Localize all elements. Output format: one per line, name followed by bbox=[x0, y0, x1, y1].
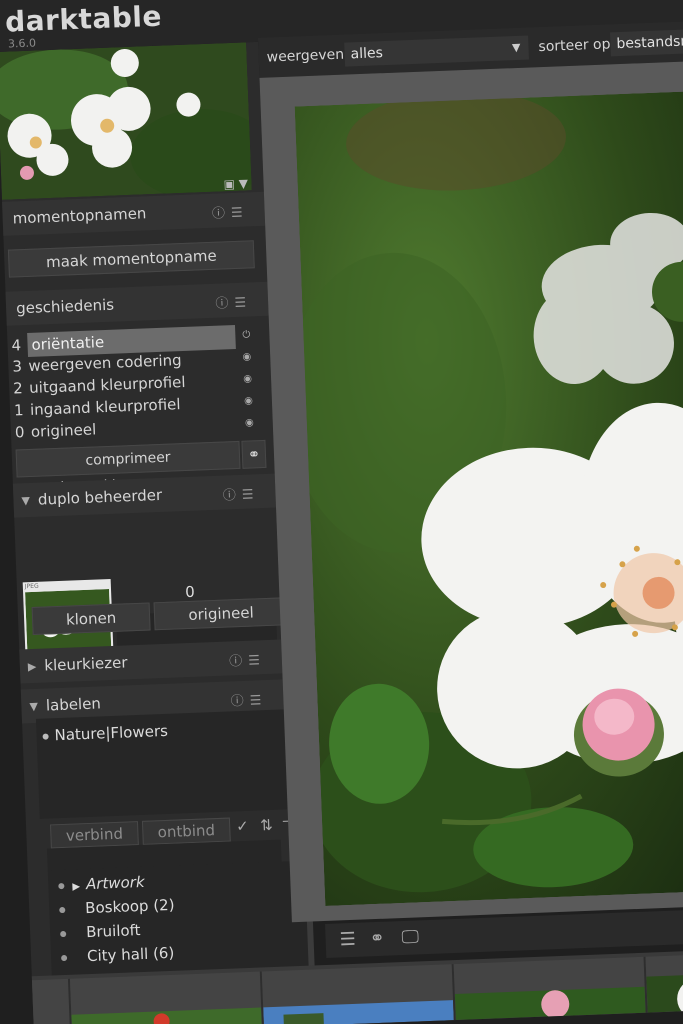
filmstrip-image bbox=[646, 973, 683, 1013]
tree-dot-icon bbox=[60, 930, 67, 937]
filmstrip-image bbox=[263, 1000, 454, 1024]
filmstrip-thumb[interactable] bbox=[645, 953, 683, 1013]
tree-item[interactable]: City hall (6) bbox=[61, 944, 175, 966]
tree-item[interactable]: Bruiloft bbox=[60, 921, 141, 942]
filmstrip-image bbox=[454, 986, 646, 1021]
tree-item[interactable]: ▶ Artwork bbox=[58, 873, 145, 894]
view-select-value: alles bbox=[350, 45, 384, 63]
history-num: 2 bbox=[12, 379, 24, 398]
status-dot-icon: ◉ bbox=[242, 351, 252, 363]
expand-arrow-icon: ▶ bbox=[72, 881, 81, 893]
tree-dot-icon bbox=[61, 954, 68, 961]
colorpicker-title: kleurkiezer bbox=[44, 653, 128, 675]
duplicate-count: 0 bbox=[184, 582, 196, 602]
attached-tag[interactable]: Nature|Flowers bbox=[42, 722, 168, 745]
tag-dictionary-tree[interactable]: ▶ Artwork Boskoop (2) Bruiloft City hall … bbox=[47, 860, 314, 981]
compress-history-button[interactable]: comprimeer bewerkingsstappen bbox=[15, 440, 241, 496]
history-num: 3 bbox=[12, 357, 23, 376]
stage: darktable 3.6.0 weergeven alles ▼ sortee… bbox=[0, 0, 683, 1024]
history-header[interactable]: geschiedenis ⓘ☰ bbox=[5, 281, 269, 326]
menu-icon[interactable]: ☰ bbox=[339, 929, 356, 951]
attached-tag-label: Nature|Flowers bbox=[54, 721, 169, 745]
darktable-window: darktable 3.6.0 weergeven alles ▼ sortee… bbox=[0, 0, 683, 1024]
snapshots-title: momentopnamen bbox=[12, 204, 147, 228]
view-select[interactable]: alles ▼ bbox=[344, 35, 529, 67]
main-image[interactable] bbox=[294, 90, 683, 906]
tree-item-label: Bruiloft bbox=[85, 921, 141, 942]
power-icon: ⏻ bbox=[242, 329, 251, 341]
expanded-arrow-icon: ▼ bbox=[21, 493, 31, 507]
filmstrip-thumb[interactable] bbox=[69, 971, 264, 1024]
tree-item-label: Artwork bbox=[85, 872, 145, 894]
status-dot-icon: ◉ bbox=[244, 417, 254, 429]
status-dot-icon: ◉ bbox=[243, 373, 253, 385]
filmstrip-thumb[interactable] bbox=[261, 964, 456, 1024]
module-presets-icon[interactable]: ⓘ☰ bbox=[212, 201, 249, 221]
sort-select-value: bestandsn bbox=[616, 33, 683, 53]
history-num: 1 bbox=[13, 401, 24, 420]
sort-select[interactable]: bestandsn bbox=[610, 28, 683, 57]
collapsed-arrow-icon: ▶ bbox=[27, 659, 37, 673]
tree-dot-icon bbox=[58, 882, 65, 889]
app-version: 3.6.0 bbox=[7, 36, 37, 51]
chevron-down-icon: ▼ bbox=[511, 40, 521, 55]
sort-icon[interactable]: ⇅ bbox=[260, 816, 273, 834]
snapshots-header[interactable]: momentopnamen ⓘ☰ bbox=[2, 191, 266, 236]
display-icon[interactable]: 🖵 bbox=[401, 926, 419, 948]
tag-dot-icon bbox=[42, 732, 49, 740]
filmstrip-thumb[interactable] bbox=[453, 956, 648, 1021]
clone-button[interactable]: klonen bbox=[31, 602, 151, 635]
module-presets-icon[interactable]: ⓘ☰ bbox=[230, 689, 267, 709]
center-view bbox=[259, 60, 683, 923]
detach-button[interactable]: ontbind bbox=[141, 817, 231, 845]
status-dot-icon: ◉ bbox=[243, 395, 254, 407]
module-presets-icon[interactable]: ⓘ☰ bbox=[229, 649, 266, 669]
thumb-badge: JPEG bbox=[24, 582, 39, 591]
checkmark-icon[interactable]: ✓ bbox=[236, 817, 249, 835]
tree-dot-icon bbox=[59, 906, 66, 913]
photo-canvas bbox=[294, 90, 683, 906]
tagging-title: labelen bbox=[45, 694, 102, 715]
module-presets-icon[interactable]: ⓘ☰ bbox=[222, 483, 260, 503]
expanded-arrow-icon: ▼ bbox=[29, 699, 39, 713]
tree-item-label: Boskoop (2) bbox=[84, 895, 175, 918]
history-label: origineel bbox=[30, 420, 97, 441]
duplicate-header[interactable]: ▼ duplo beheerder ⓘ☰ bbox=[12, 473, 276, 518]
filmstrip-thumb[interactable] bbox=[31, 978, 73, 1024]
original-button[interactable]: origineel bbox=[153, 597, 289, 631]
take-snapshot-button[interactable]: maak momentopname bbox=[7, 240, 255, 278]
filmstrip-image bbox=[71, 1007, 262, 1024]
module-presets-icon[interactable]: ⓘ☰ bbox=[215, 291, 252, 311]
history-num: 4 bbox=[11, 336, 22, 355]
duplicate-title: duplo beheerder bbox=[37, 485, 163, 509]
attached-tags-list[interactable]: Nature|Flowers bbox=[35, 708, 302, 819]
navigation-image bbox=[0, 42, 252, 200]
navigation-thumbnail[interactable]: ▣ ▼ bbox=[0, 42, 252, 200]
sort-label: sorteer op bbox=[538, 36, 611, 56]
nav-zoom-icons[interactable]: ▣ ▼ bbox=[223, 176, 248, 191]
tree-item-label: City hall (6) bbox=[86, 943, 175, 966]
tree-item[interactable]: Boskoop (2) bbox=[59, 896, 175, 918]
history-num: 0 bbox=[14, 423, 25, 442]
attach-button[interactable]: verbind bbox=[49, 821, 139, 849]
history-title: geschiedenis bbox=[15, 295, 115, 318]
style-icon[interactable]: ⚭ bbox=[241, 439, 267, 469]
app-title: darktable bbox=[4, 0, 163, 39]
styles-icon[interactable]: ⚭ bbox=[369, 928, 385, 950]
view-label: weergeven bbox=[266, 46, 345, 66]
